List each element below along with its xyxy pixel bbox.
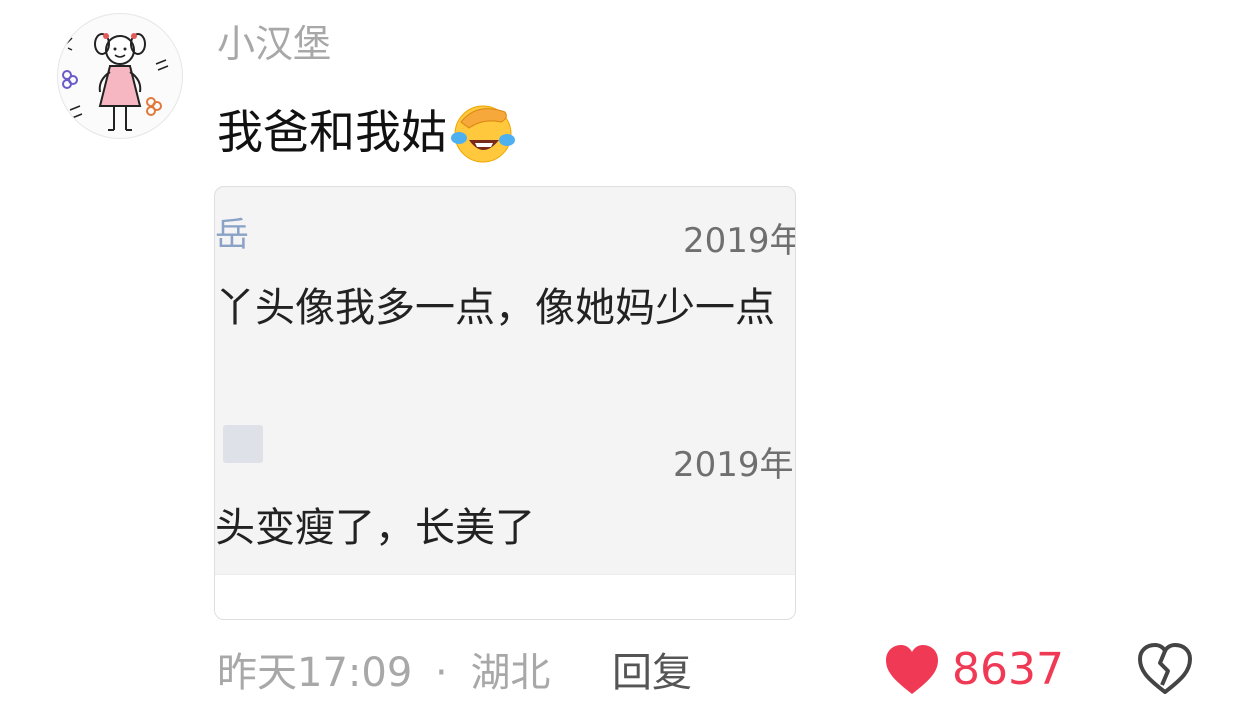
quote-comment-text: 头变瘦了，长美了 [215, 505, 535, 551]
quote-comment-text: 丫头像我多一点，像她妈少一点 [215, 285, 775, 331]
meta-separator: · [435, 650, 448, 696]
crying-laughing-facepalm-emoji-icon [451, 105, 515, 163]
avatar-girl-drawing [62, 33, 169, 131]
broken-heart-icon [1138, 643, 1192, 694]
comment-time: 昨天17:09 [217, 650, 413, 696]
quote-date: 2019年6 [673, 445, 795, 485]
like-button[interactable]: 8637 [884, 640, 1064, 700]
quote-date: 2019年 [683, 221, 796, 261]
quoted-screenshot-card[interactable]: 岳 2019年 丫头像我多一点，像她妈少一点 2019年6 头变瘦了，长美了 [214, 186, 796, 620]
dislike-button[interactable] [1136, 641, 1194, 697]
reply-button[interactable]: 回复 [612, 645, 692, 701]
comment-text: 我爸和我姑 [217, 96, 519, 168]
heart-icon [886, 645, 938, 694]
comment-meta: 昨天17:09 · 湖北 [217, 645, 550, 701]
comment-body: 我爸和我姑 [217, 105, 447, 159]
comment-location: 湖北 [470, 650, 551, 696]
username[interactable]: 小汉堡 [217, 18, 331, 70]
quote-username-fragment: 岳 [215, 215, 249, 255]
quote-card-bottom-strip [215, 574, 795, 619]
quote-avatar [223, 425, 263, 463]
like-count: 8637 [952, 644, 1064, 695]
avatar[interactable] [57, 13, 183, 139]
